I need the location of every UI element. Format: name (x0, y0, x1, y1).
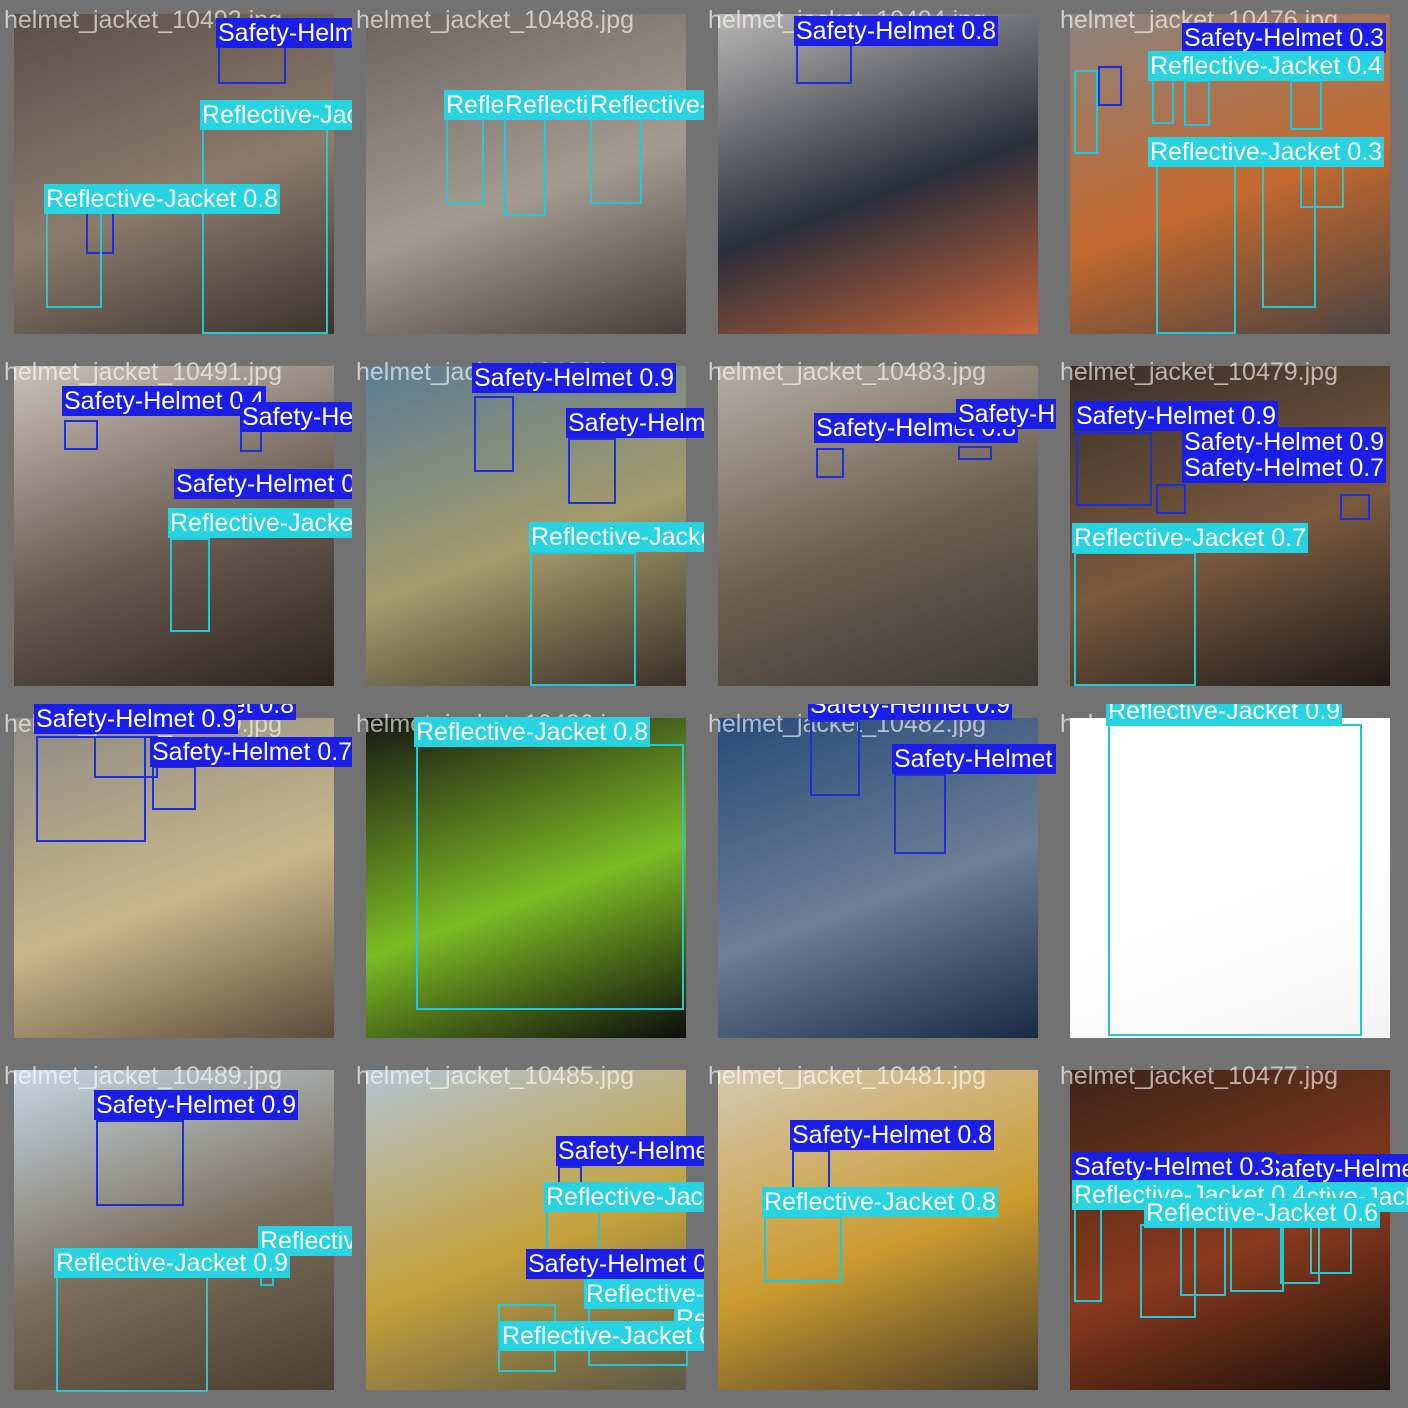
photo-background (1070, 1070, 1390, 1390)
tile-3: helmet_jacket_10494.jpgSafety-Helmet 0.8 (704, 0, 1056, 352)
jacket-detection-label: Reflective-Jacket 0.7 (1072, 523, 1309, 553)
tile-5: helmet_jacket_10491.jpg Safety-Helmet 0.4… (0, 352, 352, 704)
photo-background (718, 1070, 1038, 1390)
tile-photo (718, 14, 1038, 334)
helmet-detection-label: Safety-Helmet 0.9 (216, 18, 352, 48)
tile-filename: helmet_jacket_10485.jpg (356, 1062, 634, 1090)
helmet-detection-label: Safety-Helmet 0.7 (150, 737, 352, 767)
helmet-detection-label: Safety-Helmet 0.4 (240, 402, 352, 432)
tile-10: helmet_jacket_10486.jpgReflective-Jacket… (352, 704, 704, 1056)
tile-13: helmet_jacket_10489.jpg Safety-Helmet 0.9… (0, 1056, 352, 1408)
tile-8: helmet_jacket_10479.jpg Safety-Helmet 0.9… (1056, 352, 1408, 704)
tile-12: helmet_jacket_10478.jpgReflective-Jacket… (1056, 704, 1408, 1056)
jacket-detection-label: Reflective-Jacket 0.9 (54, 1248, 291, 1278)
helmet-detection-label: Safety-Helmet 0.9 (566, 408, 704, 438)
helmet-detection-label: Safety-Helmet 0.4 (62, 386, 267, 416)
jacket-detection-label: Reflective-Jacket 0.8 (44, 184, 281, 214)
tile-photo (14, 14, 334, 334)
jacket-detection-label: Reflective-Jacket 0.3 (1148, 137, 1385, 167)
tile-filename: helmet_jacket_10479.jpg (1060, 358, 1338, 386)
helmet-detection-label: Safety-Helmet 0.7 (1182, 453, 1387, 483)
tile-15: helmet_jacket_10481.jpg Safety-Helmet 0.8… (704, 1056, 1056, 1408)
helmet-detection-label: Safety-Helmet 0.7 (526, 1249, 704, 1279)
jacket-detection-label: Reflective-Jacket 0.3 (168, 508, 352, 538)
tile-4: helmet_jacket_10476.jpg Safety-Helmet 0.3… (1056, 0, 1408, 352)
jacket-detection-label: Reflective-Jacket 0.6 (1144, 1198, 1381, 1228)
tile-photo (1070, 1070, 1390, 1390)
photo-background (1070, 718, 1390, 1038)
helmet-detection-label: Safety-Helmet 0.9 (472, 363, 677, 393)
jacket-detection-label: Reflective-Jacket 0.9 (1106, 704, 1343, 726)
tile-photo (366, 718, 686, 1038)
tile-2: helmet_jacket_10488.jpg Reflective-Jacket… (352, 0, 704, 352)
helmet-detection-label: Safety-Helmet 0.9 (94, 1090, 299, 1120)
tile-photo (1070, 718, 1390, 1038)
jacket-detection-label: Reflective-Jacket 0.8 (762, 1187, 999, 1217)
tile-filename: helmet_jacket_10483.jpg (708, 358, 986, 386)
jacket-detection-label: Reflective-Jacket 0.8 (414, 717, 651, 747)
helmet-detection-label: Safety-Helmet 0.3 (1182, 23, 1387, 53)
tile-photo (718, 1070, 1038, 1390)
photo-background (366, 14, 686, 334)
helmet-detection-label: Safety-Helmet 0.9 (808, 704, 1013, 720)
tile-filename: helmet_jacket_10491.jpg (4, 358, 282, 386)
tile-14: helmet_jacket_10485.jpg Safety-Helmet 0.9… (352, 1056, 704, 1408)
jacket-detection-label: Reflective-Jacket 0.9 (529, 522, 704, 552)
jacket-detection-label: Reflective-Jacket 0.5 (500, 1321, 704, 1351)
photo-background (366, 718, 686, 1038)
tile-photo (366, 14, 686, 334)
tile-7: helmet_jacket_10483.jpg Safety-Helmet 0.8… (704, 352, 1056, 704)
tile-filename: helmet_jacket_10477.jpg (1060, 1062, 1338, 1090)
helmet-detection-label: Safety-Helmet 0.9 (892, 744, 1056, 774)
helmet-detection-label: Safety-Helmet 0.3 (1072, 1152, 1277, 1182)
helmet-detection-label: Safety-Helmet 0.8 (174, 469, 352, 499)
jacket-detection-label: Reflective-Jacket 0.9 (544, 1182, 704, 1212)
photo-background (718, 14, 1038, 334)
photo-background (14, 14, 334, 334)
jacket-detection-label: Reflective-Jacket 0.9 (588, 90, 704, 120)
helmet-detection-label: Safety-Helmet 0.9 (34, 704, 239, 734)
helmet-detection-label: Safety-Helmet 0.8 (790, 1120, 995, 1150)
tile-11: helmet_jacket_10482.jpg Safety-Helmet 0.9… (704, 704, 1056, 1056)
tile-filename: helmet_jacket_10489.jpg (4, 1062, 282, 1090)
tile-9: helmet_jacket_10480.jpgSafety-Helmet 0.8… (0, 704, 352, 1056)
detection-mosaic: helmet_jacket_10492.jpgSafety-Helmet 0.9… (0, 0, 1408, 1408)
jacket-detection-label: Reflective-Jacket 0.4 (1148, 51, 1385, 81)
tile-filename: helmet_jacket_10481.jpg (708, 1062, 986, 1090)
tile-1: helmet_jacket_10492.jpgSafety-Helmet 0.9… (0, 0, 352, 352)
helmet-detection-label: Safety-Helmet 0.9 (556, 1136, 704, 1166)
tile-filename: helmet_jacket_10488.jpg (356, 6, 634, 34)
tile-16: helmet_jacket_10477.jpgSafety-Helmet 0.4… (1056, 1056, 1408, 1408)
tile-6: helmet_jacket_10490.jpgSafety-Helmet 0.9… (352, 352, 704, 704)
helmet-detection-label: Safety-Helmet 0.8 (956, 399, 1056, 429)
jacket-detection-label: Reflective-Jacket 0.9 (200, 100, 352, 130)
helmet-detection-label: Safety-Helmet 0.8 (794, 16, 999, 46)
